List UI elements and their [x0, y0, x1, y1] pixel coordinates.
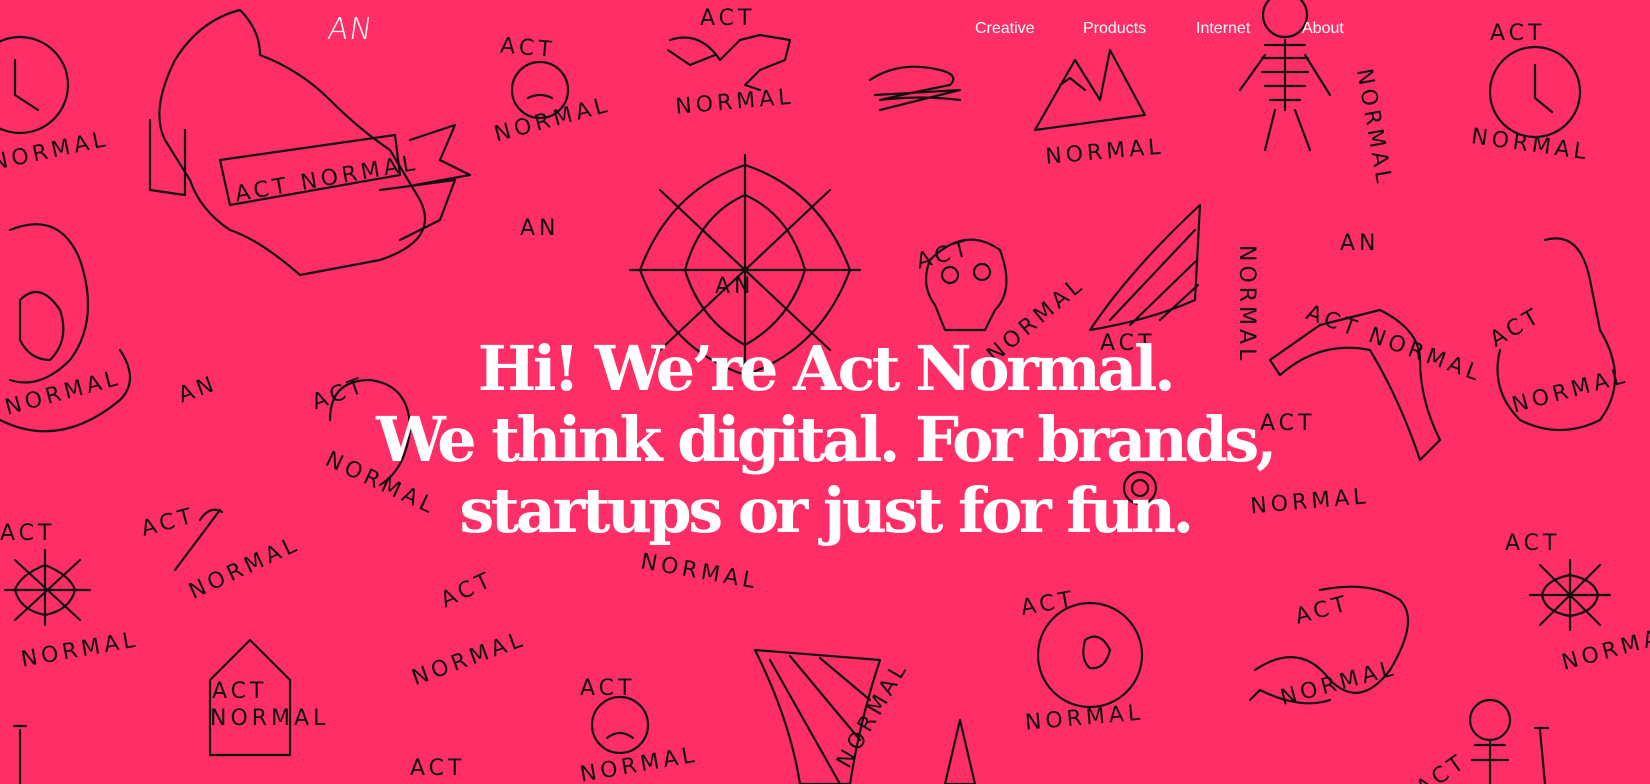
doodle-an-text: AN	[520, 216, 560, 241]
doodle-act-text: ACT	[1490, 21, 1545, 46]
clock-doodle: NORMAL	[0, 35, 111, 176]
doodle-normal-text: NORMAL	[492, 92, 614, 147]
mountains-doodle: NORMAL	[1033, 48, 1165, 170]
snake-bottom-right-doodle: ACT NORMAL	[1248, 585, 1410, 711]
hero-line-2: We think digital. For brands,	[376, 403, 1277, 476]
doodle-act-text: ACT	[1412, 749, 1472, 784]
web-bottom-doodle: NORMAL	[753, 648, 914, 784]
hero-line-3: startups or just for fun.	[459, 474, 1194, 547]
doodle-normal-text: NORMAL	[0, 127, 111, 176]
doodle-act-text: ACT	[1293, 591, 1353, 630]
bone-doodle	[12, 724, 28, 784]
scrawl-doodle: ACT NORMAL	[409, 567, 530, 691]
doodle-normal-text: NORMAL	[674, 85, 795, 120]
doodle-act-text: ACT	[700, 6, 755, 31]
doodle-normal-text: NORMAL	[1278, 656, 1400, 711]
skeleton-bottom-doodle: ACT	[1412, 698, 1550, 784]
sad-face-doodle: ACT NORMAL	[578, 676, 700, 784]
doodle-normal-text: NORMAL	[1559, 621, 1650, 676]
house-doodle: ACT NORMAL	[208, 638, 329, 757]
hand-banner-doodle: ACT NORMAL	[148, 8, 472, 277]
doodle-normal-text: NORMAL	[1470, 124, 1592, 165]
snake-doodle: ACT NORMAL	[666, 6, 795, 120]
doodle-normal-text: NORMAL	[832, 657, 913, 773]
doodle-normal-text: NORMAL	[639, 549, 761, 594]
doodle-normal-text: NORMAL	[1351, 67, 1396, 189]
clock-doodle-right: ACT NORMAL	[1470, 21, 1592, 166]
doodle-normal-text: NORMAL	[19, 627, 141, 672]
doodle-normal-text: NORMAL	[1044, 135, 1165, 170]
nav-link-products[interactable]: Products	[1083, 20, 1196, 38]
web-right-bottom-doodle: ACT NORMAL	[1505, 531, 1650, 676]
doodle-normal-text: NORMAL	[409, 627, 530, 691]
nav-link-creative[interactable]: Creative	[975, 20, 1083, 38]
doodle-normal-text: NORMAL	[578, 742, 700, 784]
nav-link-about[interactable]: About	[1302, 20, 1344, 38]
act-normal-logo[interactable]: AN	[326, 12, 376, 47]
doodle-act-text: ACT	[212, 679, 267, 704]
doodle-act-text: ACT	[499, 33, 556, 63]
doodle-an-text: AN	[1340, 231, 1380, 256]
nav-link-internet[interactable]: Internet	[1196, 20, 1302, 38]
main-navigation: Creative Products Internet About	[975, 20, 1344, 38]
doodle-an-text: AN	[715, 274, 755, 299]
globe-doodle: ACT NORMAL	[1019, 587, 1145, 736]
face-doodle: ACT NORMAL	[492, 33, 614, 147]
doodle-act-normal-text: ACT NORMAL	[233, 151, 420, 208]
hero-line-1: Hi! We’re Act Normal.	[477, 332, 1176, 405]
doodle-act-text: ACT	[410, 756, 465, 781]
doodle-normal-text: NORMAL	[1024, 700, 1145, 735]
horn-doodle	[943, 718, 977, 784]
doodle-normal-text: NORMAL	[210, 706, 329, 731]
hero-headline: Hi! We’re Act Normal. We think digital. …	[0, 333, 1650, 546]
scribble-doodle	[868, 65, 962, 112]
doodle-act-text: ACT	[1019, 587, 1078, 621]
doodle-act-text: ACT	[437, 567, 498, 613]
